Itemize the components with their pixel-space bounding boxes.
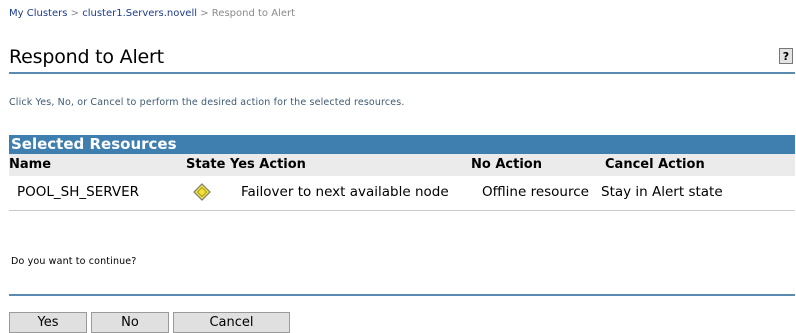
cancel-button[interactable]: Cancel — [173, 312, 290, 333]
no-action-cell: Offline resource — [482, 184, 589, 200]
cancel-action-cell: Stay in Alert state — [601, 184, 723, 200]
alert-diamond-icon — [193, 183, 211, 201]
column-header-no-action: No Action — [471, 157, 542, 172]
breadcrumb-cluster-link[interactable]: cluster1.Servers.novell — [82, 8, 197, 19]
table-row: POOL_SH_SERVER Failover to next availabl… — [9, 176, 795, 211]
bottom-divider — [9, 294, 795, 296]
no-button[interactable]: No — [91, 312, 169, 333]
column-header-state: State — [186, 157, 226, 172]
table-header-row: Name State Yes Action No Action Cancel A… — [9, 154, 795, 176]
help-button[interactable]: ? — [779, 48, 793, 64]
page-title: Respond to Alert — [9, 46, 164, 68]
column-header-name: Name — [9, 157, 52, 172]
breadcrumb-my-clusters-link[interactable]: My Clusters — [9, 8, 67, 19]
title-divider — [9, 72, 795, 74]
instructions-text: Click Yes, No, or Cancel to perform the … — [9, 97, 405, 108]
selected-resources-header: Selected Resources — [9, 135, 795, 154]
breadcrumb: My Clusters > cluster1.Servers.novell > … — [9, 8, 295, 19]
breadcrumb-current: Respond to Alert — [211, 8, 296, 19]
breadcrumb-separator: > — [70, 8, 80, 19]
column-header-yes-action: Yes Action — [230, 157, 306, 172]
continue-question: Do you want to continue? — [11, 256, 137, 267]
yes-button[interactable]: Yes — [9, 312, 87, 333]
column-header-cancel-action: Cancel Action — [605, 157, 705, 172]
resources-table: Name State Yes Action No Action Cancel A… — [9, 154, 795, 211]
yes-action-cell: Failover to next available node — [241, 184, 449, 200]
resource-name-cell: POOL_SH_SERVER — [17, 184, 140, 200]
breadcrumb-separator: > — [200, 8, 209, 19]
